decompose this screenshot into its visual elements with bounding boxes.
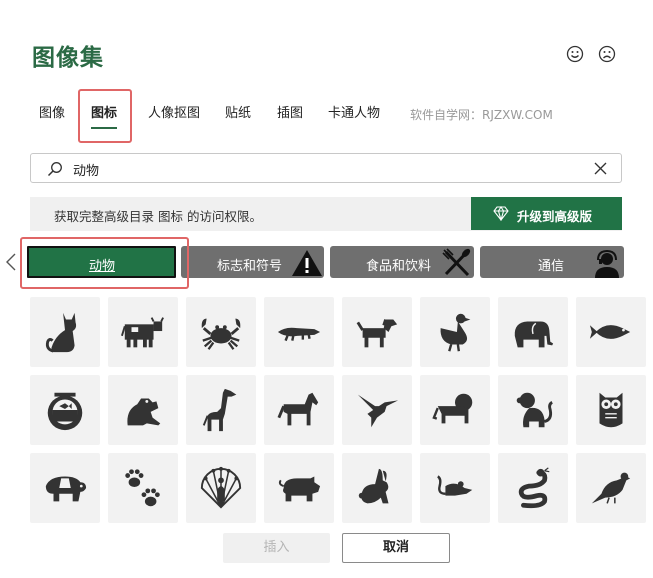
bird-icon (591, 472, 631, 504)
tab-stickers[interactable]: 贴纸 (216, 97, 260, 135)
tab-images[interactable]: 图像 (28, 97, 76, 135)
highlight-box-category (20, 237, 189, 289)
cow-icon (120, 317, 164, 348)
category-signs-symbols[interactable]: 标志和符号 (181, 246, 324, 278)
icon-tile-cow[interactable] (108, 297, 178, 367)
tab-cutout-people[interactable]: 人像抠图 (136, 97, 212, 135)
search-input[interactable] (71, 158, 595, 180)
icon-tile-fish[interactable] (576, 297, 646, 367)
watermark-text: 软件自学网：RJZXW.COM (410, 108, 553, 122)
warning-icon (292, 250, 322, 276)
support-agent-icon (595, 249, 619, 278)
icon-tile-horse[interactable] (264, 375, 334, 445)
horse-icon (277, 392, 319, 426)
icon-tile-hummingbird[interactable] (342, 375, 412, 445)
cat-icon (45, 312, 77, 353)
rabbit-icon (358, 468, 389, 504)
icon-tile-crab[interactable] (186, 297, 256, 367)
icon-tile-pig[interactable] (264, 453, 334, 523)
icon-tile-rabbit[interactable] (342, 453, 412, 523)
owl-icon (599, 392, 623, 428)
icon-tile-crocodile[interactable] (264, 297, 334, 367)
diamond-icon (493, 206, 509, 221)
icon-tile-mouse[interactable] (420, 453, 490, 523)
fishbowl-icon (47, 392, 83, 431)
tab-illustrations[interactable]: 插图 (268, 97, 312, 135)
lion-icon (432, 393, 473, 424)
icon-tile-dog[interactable] (342, 297, 412, 367)
icon-tile-peacock[interactable] (186, 453, 256, 523)
category-food-drink[interactable]: 食品和饮料 (330, 246, 474, 278)
pig-icon (278, 476, 321, 502)
icon-tile-bird[interactable] (576, 453, 646, 523)
icon-tile-panda[interactable] (30, 453, 100, 523)
fish-icon (589, 325, 631, 339)
monkey-icon (516, 392, 553, 428)
icon-tile-lion[interactable] (420, 375, 490, 445)
peacock-icon (200, 466, 242, 509)
category-communication[interactable]: 通信 (480, 246, 624, 278)
icon-tile-frog[interactable] (108, 375, 178, 445)
elephant-icon (514, 321, 554, 348)
search-icon (47, 162, 62, 177)
icon-tile-cat[interactable] (30, 297, 100, 367)
icon-tile-duck[interactable] (420, 297, 490, 367)
duck-icon (440, 313, 471, 352)
giraffe-icon (202, 388, 237, 432)
icon-tile-owl[interactable] (576, 375, 646, 445)
tab-cartoon-people[interactable]: 卡通人物 (322, 97, 386, 135)
mouse-icon (437, 475, 473, 496)
icon-tile-fishbowl[interactable] (30, 375, 100, 445)
icon-tile-giraffe[interactable] (186, 375, 256, 445)
smile-feedback-icon[interactable] (566, 45, 584, 63)
insert-button[interactable]: 插入 (223, 533, 330, 563)
frog-icon (127, 398, 161, 426)
hummingbird-icon (357, 394, 399, 428)
snake-icon (518, 467, 550, 509)
crab-icon (201, 318, 241, 350)
icon-tile-elephant[interactable] (498, 297, 568, 367)
dog-icon (356, 319, 398, 348)
premium-banner: 获取完整高级目录 图标 的访问权限。 升级到高级版 (30, 197, 622, 231)
upgrade-button[interactable]: 升级到高级版 (471, 197, 622, 230)
close-icon[interactable] (594, 162, 607, 175)
panda-icon (45, 476, 87, 502)
frown-feedback-icon[interactable] (598, 45, 616, 63)
paw-prints-icon (125, 469, 160, 507)
icon-tile-snake[interactable] (498, 453, 568, 523)
highlight-box-tab (78, 89, 132, 143)
cancel-button[interactable]: 取消 (342, 533, 450, 563)
fork-knife-icon (442, 248, 471, 277)
search-box (30, 153, 622, 183)
chevron-left-icon[interactable] (5, 252, 17, 272)
icon-tile-paw-prints[interactable] (108, 453, 178, 523)
icon-tile-monkey[interactable] (498, 375, 568, 445)
dialog-title: 图像集 (32, 45, 104, 71)
crocodile-icon (277, 327, 321, 342)
banner-message: 获取完整高级目录 图标 的访问权限。 (54, 209, 262, 224)
